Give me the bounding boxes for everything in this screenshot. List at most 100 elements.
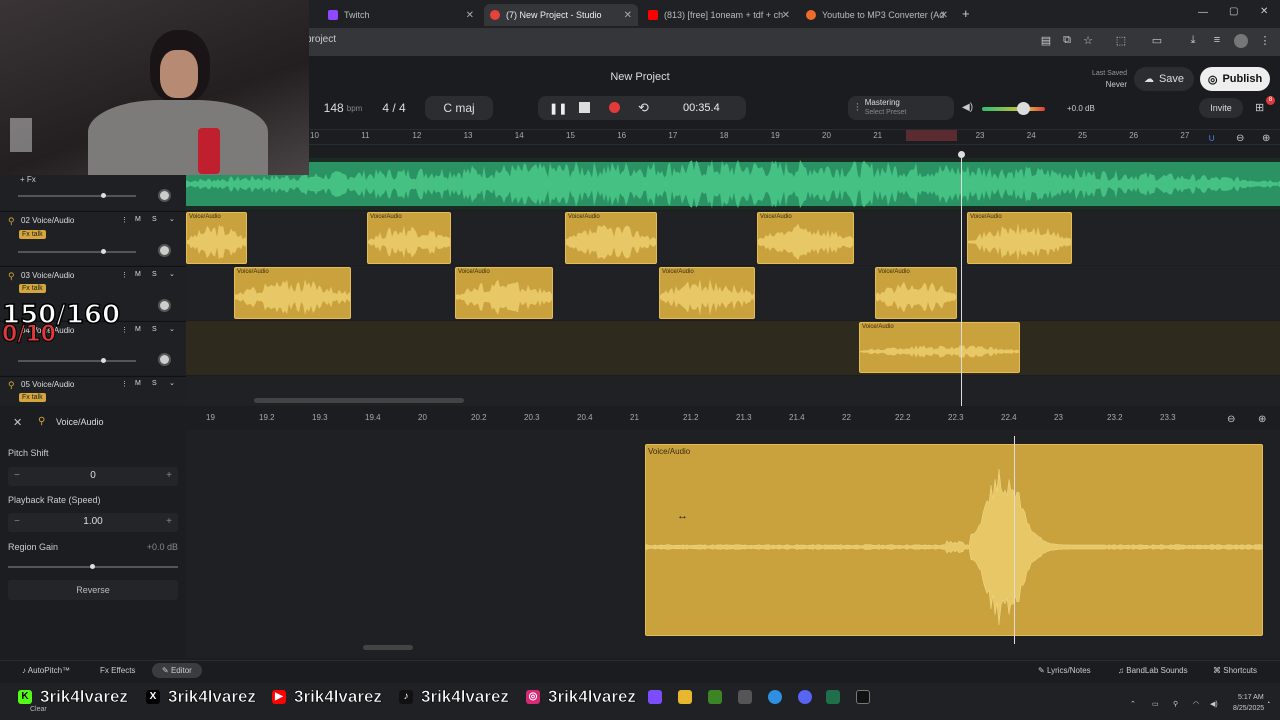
track-4-mute[interactable]: M [135,326,141,333]
close-icon[interactable]: ✕ [466,10,474,21]
track-1-volume-handle[interactable] [101,193,106,198]
audio-clip[interactable]: Voice/Audio [875,267,957,319]
pause-button[interactable]: ❚❚ [549,102,567,115]
track-1-volume[interactable] [18,195,136,197]
pitch-shift-stepper[interactable]: − 0 + [8,467,178,486]
playhead[interactable] [961,154,962,406]
media-icon[interactable]: ≡ [1210,34,1224,48]
track-3-mute[interactable]: M [135,271,141,278]
track-2-volume[interactable] [18,251,136,253]
bookmark-star-icon[interactable]: ☆ [1081,34,1095,48]
tab-converter[interactable]: Youtube to MP3 Converter (Ad ✕ [800,4,954,26]
audio-clip[interactable]: Voice/Audio [757,212,854,264]
bandlab-sounds-button[interactable]: ♫ BandLab Sounds [1118,666,1188,675]
plus-icon[interactable]: + [166,516,172,527]
speaker-icon[interactable]: ◀) [962,102,973,113]
track-1-pan-knob[interactable] [158,189,171,202]
track-5-mute[interactable]: M [135,380,141,387]
stop-button[interactable] [579,102,590,113]
clock-date[interactable]: 8/25/2025 [1233,705,1264,712]
audio-clip[interactable]: Voice/Audio [186,212,247,264]
loop-button[interactable]: ⟲ [638,100,649,116]
zoom-in-icon[interactable]: ⊕ [1258,414,1266,425]
maximize-button[interactable]: ▢ [1229,6,1238,17]
track-2-pan-knob[interactable] [158,244,171,257]
track-2-name[interactable]: 02 Voice/Audio [21,216,74,225]
add-fx-button[interactable]: + Fx [20,175,36,184]
zoom-in-icon[interactable]: ⊕ [1262,133,1270,144]
sidepanel-icon[interactable]: ▭ [1150,34,1164,48]
track-3-solo[interactable]: S [152,271,157,278]
zoom-out-icon[interactable]: ⊖ [1227,414,1235,425]
close-icon[interactable]: ✕ [782,10,790,21]
project-title[interactable]: New Project [560,71,720,83]
edge-icon[interactable] [768,690,782,704]
shortcuts-button[interactable]: ⌘ Shortcuts [1213,666,1257,675]
chevron-down-icon[interactable]: ⌄ [169,270,175,278]
master-volume-handle[interactable] [1017,102,1030,115]
track-4-volume-handle[interactable] [101,358,106,363]
mic-tray-icon[interactable]: ⚲ [1173,700,1178,708]
app-icon-1[interactable] [648,690,662,704]
chevron-down-icon[interactable]: ⌄ [169,325,175,333]
track-2-menu[interactable]: ⋮ [121,216,128,224]
wifi-icon[interactable]: ◠ [1193,700,1199,708]
track-5-solo[interactable]: S [152,380,157,387]
track-5-menu[interactable]: ⋮ [121,380,128,388]
epic-icon[interactable] [856,690,870,704]
editor-playhead[interactable] [1014,436,1015,644]
plus-icon[interactable]: + [166,470,172,481]
close-icon[interactable]: ✕ [940,10,948,21]
audio-clip[interactable]: Voice/Audio [967,212,1072,264]
track-2-fx-tag[interactable]: Fx talk [19,230,46,239]
track-4-volume[interactable] [18,360,136,362]
bpm-control[interactable]: 148 bpm [312,96,374,120]
effects-button[interactable]: Fx Effects [100,666,135,675]
extensions-icon[interactable]: ⬚ [1114,34,1128,48]
invite-button[interactable]: Invite [1199,98,1243,118]
folder-icon[interactable] [678,690,692,704]
clock-time[interactable]: 5:17 AM [1238,694,1264,701]
track-3-fx-tag[interactable]: Fx talk [19,284,46,293]
track-5-fx-tag[interactable]: Fx talk [19,393,46,402]
editor-scrollbar[interactable] [363,645,413,650]
new-tab-button[interactable]: + [962,6,970,21]
time-signature[interactable]: 4 / 4 [374,96,414,120]
discord-icon[interactable] [798,690,812,704]
mastering-selector[interactable]: ⫶ Mastering Select Preset [848,96,954,120]
record-button[interactable] [609,102,620,113]
autopitch-button[interactable]: ♪ AutoPitch™ [22,666,70,675]
save-button[interactable]: ☁ Save [1134,67,1194,91]
track-2-solo[interactable]: S [152,216,157,223]
notification-bell-icon[interactable]: ◔ [1266,700,1270,707]
track-2-mute[interactable]: M [135,216,141,223]
tab-studio[interactable]: (7) New Project - Studio ✕ [484,4,638,26]
track-lane-4[interactable] [186,321,1280,375]
editor-button[interactable]: ✎ Editor [152,663,202,678]
playback-rate-stepper[interactable]: − 1.00 + [8,513,178,532]
close-editor-icon[interactable]: ✕ [13,416,22,429]
zoom-out-icon[interactable]: ⊖ [1236,133,1244,144]
profile-avatar[interactable] [1234,34,1248,48]
volume-icon[interactable]: ◀) [1210,700,1218,708]
tab-twitch[interactable]: Twitch ✕ [322,4,480,26]
store-icon[interactable] [738,690,752,704]
tab-youtube[interactable]: (813) [free] 1oneam + tdf + ch ✕ [642,4,796,26]
download-icon[interactable]: ⤓ [1186,34,1200,48]
track-4-pan-knob[interactable] [158,353,171,366]
app-icon-2[interactable] [826,690,840,704]
master-volume-slider[interactable] [982,107,1045,111]
track-4-solo[interactable]: S [152,326,157,333]
close-icon[interactable]: ✕ [624,10,632,21]
audio-clip[interactable]: Voice/Audio [565,212,657,264]
audio-clip[interactable]: Voice/Audio [455,267,553,319]
tray-chevron-icon[interactable]: ⌃ [1130,700,1136,708]
track-4-menu[interactable]: ⋮ [121,326,128,334]
reverse-button[interactable]: Reverse [8,580,178,600]
magnet-icon[interactable]: ∪ [1208,133,1215,144]
timeline-scrollbar[interactable] [254,398,464,403]
minecraft-icon[interactable] [708,690,722,704]
key-selector[interactable]: C maj [425,96,493,120]
audio-clip[interactable]: Voice/Audio [659,267,755,319]
audio-clip[interactable]: Voice/Audio [234,267,351,319]
